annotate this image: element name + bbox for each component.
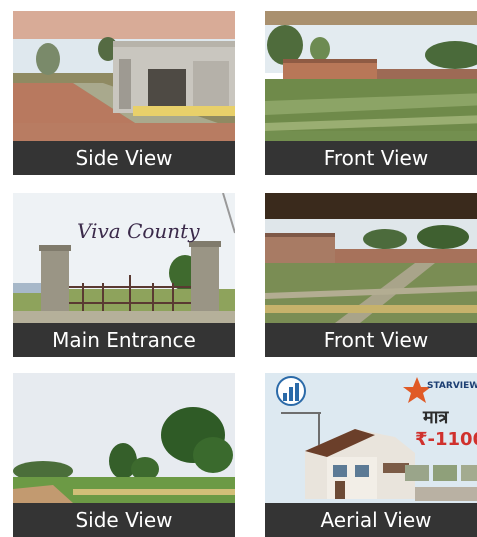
caption-front-view-2: Front View <box>265 323 477 357</box>
caption-side-view-2: Side View <box>13 503 235 537</box>
price-value: ₹-1100 <box>415 429 477 450</box>
photo-front-view-field[interactable] <box>265 193 477 323</box>
gallery-card-side-view-1[interactable]: Side View <box>13 11 235 175</box>
caption-aerial-view: Aerial View <box>265 503 477 537</box>
caption-main-entrance: Main Entrance <box>13 323 235 357</box>
viva-county-text: Viva County <box>77 219 200 243</box>
gallery-card-side-view-2[interactable]: Side View <box>13 373 235 537</box>
starview-brand: STARVIEW <box>427 381 477 391</box>
gallery-card-front-view-1[interactable]: Front View <box>265 11 477 175</box>
gallery-card-front-view-2[interactable]: Front View <box>265 193 477 357</box>
viva-county-logo: Viva County <box>77 219 200 243</box>
photo-aerial-view-promo[interactable]: STARVIEW मात्र ₹-1100 <box>265 373 477 503</box>
photo-side-view-trees[interactable] <box>13 373 235 503</box>
photo-side-view-building[interactable] <box>13 11 235 141</box>
price-label: मात्र <box>423 407 449 428</box>
gallery-card-main-entrance[interactable]: Viva County Main Entrance <box>13 193 235 357</box>
gallery-card-aerial-view[interactable]: STARVIEW मात्र ₹-1100 Aerial View <box>265 373 477 537</box>
caption-front-view: Front View <box>265 141 477 175</box>
photo-front-view-wall[interactable] <box>265 11 477 141</box>
starview-brand-text: STARVIEW <box>427 381 477 391</box>
caption-side-view: Side View <box>13 141 235 175</box>
photo-main-entrance-gate[interactable]: Viva County <box>13 193 235 323</box>
